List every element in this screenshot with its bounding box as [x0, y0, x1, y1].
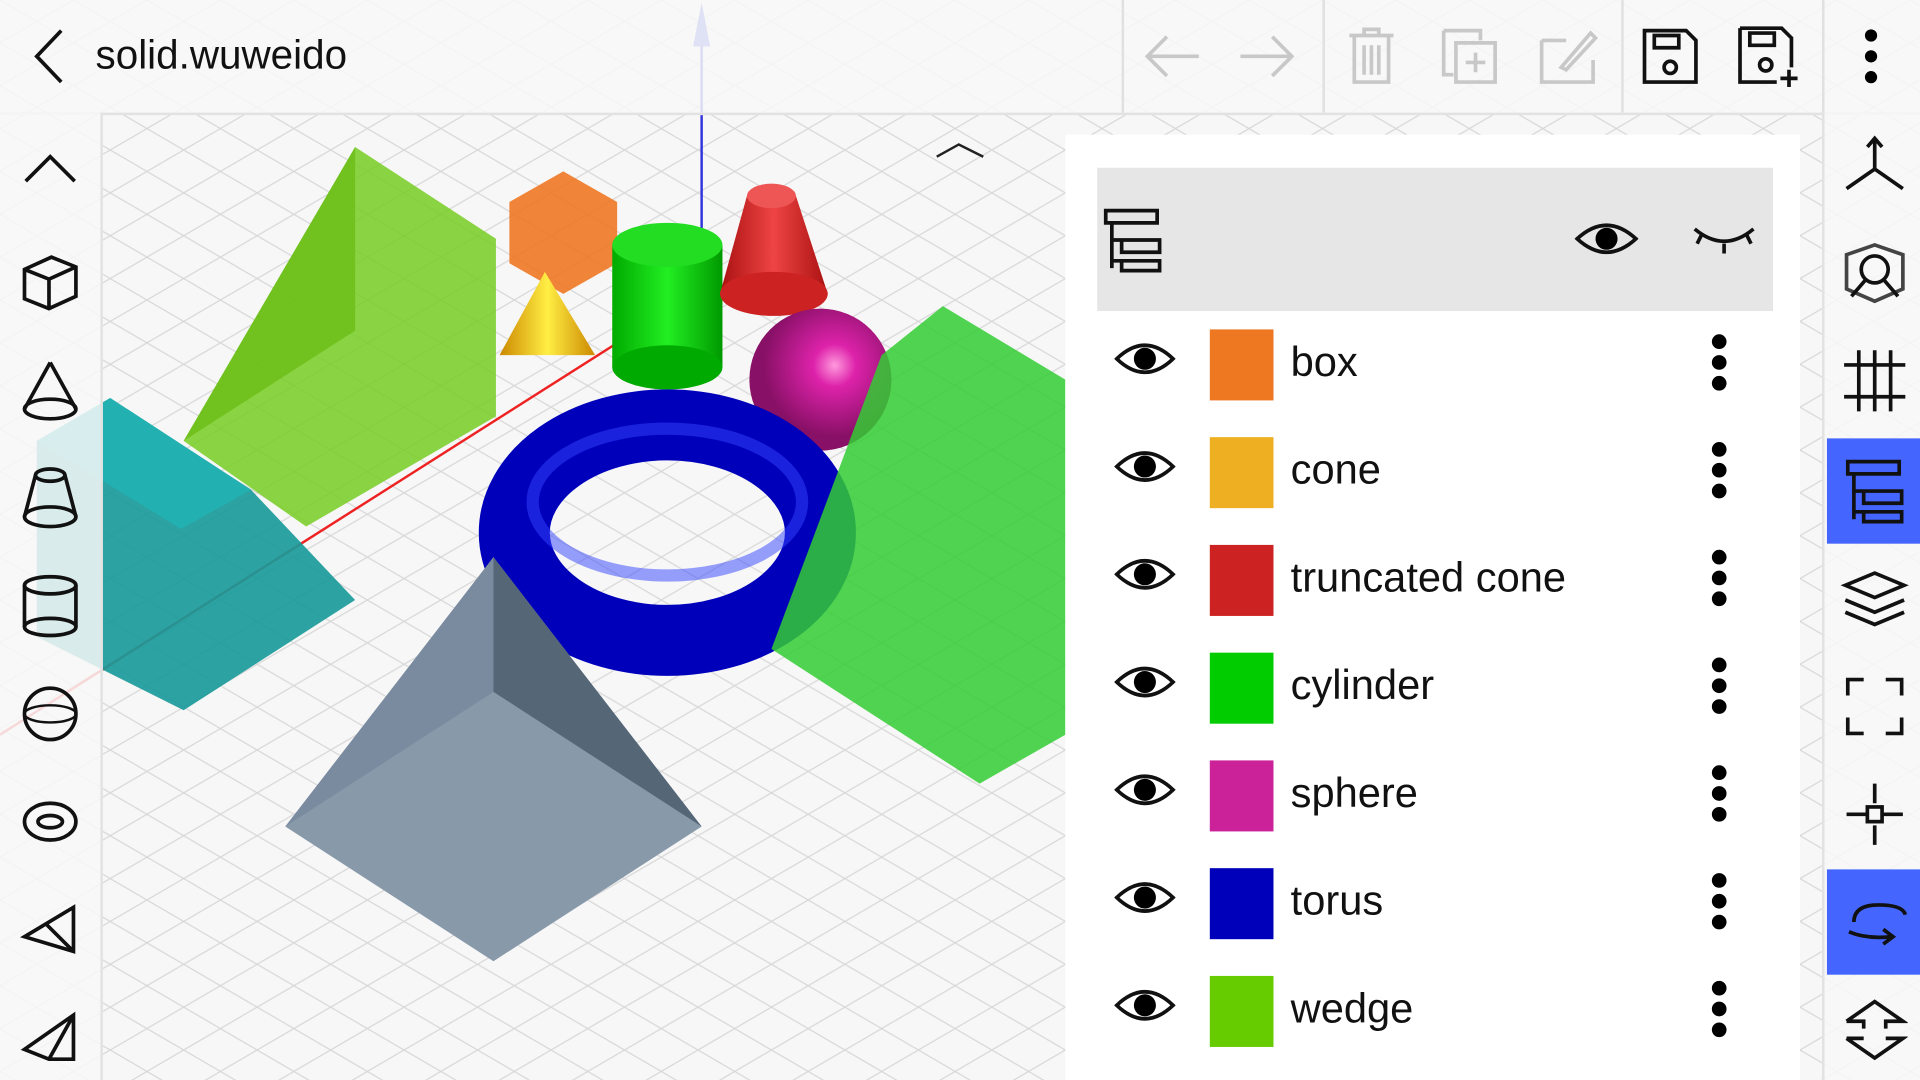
visibility-toggle-icon[interactable] — [1114, 878, 1176, 917]
undo-icon — [1144, 35, 1199, 78]
flip-icon — [1845, 999, 1908, 1061]
box-icon — [22, 255, 78, 311]
collapse-button[interactable] — [12, 130, 88, 206]
axes-button[interactable] — [1827, 113, 1920, 218]
move-button[interactable] — [1827, 762, 1920, 867]
visibility-toggle-icon[interactable] — [1114, 770, 1176, 809]
flip-button[interactable] — [1827, 977, 1920, 1080]
more-options-icon[interactable] — [1709, 763, 1729, 829]
panel-header — [1097, 167, 1774, 312]
axes-icon — [1845, 135, 1904, 191]
torus-icon — [22, 801, 78, 842]
visibility-toggle-icon[interactable] — [1114, 662, 1176, 701]
object-row[interactable]: truncated cone — [1097, 528, 1773, 636]
object-name: torus — [1290, 877, 1384, 925]
visibility-toggle-icon[interactable] — [1114, 447, 1176, 486]
visibility-toggle-icon[interactable] — [1114, 339, 1176, 378]
object-row[interactable]: sphere — [1097, 743, 1773, 851]
more-options-icon[interactable] — [1709, 655, 1729, 721]
truncated-cone-icon — [22, 467, 78, 529]
hide-all-button[interactable] — [1692, 217, 1756, 256]
visibility-toggle-icon[interactable] — [1114, 555, 1176, 594]
delete-button[interactable] — [1327, 12, 1415, 100]
app-title: solid.wuweido — [95, 31, 348, 78]
back-icon — [34, 29, 63, 84]
undo-button[interactable] — [1127, 12, 1215, 100]
view-cube-icon — [1844, 242, 1905, 304]
color-swatch[interactable] — [1209, 437, 1274, 509]
save-button[interactable] — [1626, 12, 1714, 100]
add-torus-button[interactable] — [12, 784, 88, 860]
add-box-button[interactable] — [12, 245, 88, 321]
object-name: cone — [1290, 446, 1381, 494]
duplicate-button[interactable] — [1425, 12, 1513, 100]
object-name: sphere — [1290, 770, 1418, 817]
move-icon — [1846, 783, 1903, 845]
color-swatch[interactable] — [1209, 975, 1274, 1047]
view-cube-button[interactable] — [1827, 220, 1920, 325]
add-truncated-cone-button[interactable] — [12, 460, 88, 536]
more-options-icon[interactable] — [1709, 440, 1729, 506]
add-pyramid-button[interactable] — [12, 999, 88, 1075]
layers-button[interactable] — [1827, 546, 1920, 651]
collapse-up-icon — [24, 154, 76, 183]
save-as-icon — [1738, 26, 1798, 87]
more-icon — [1864, 29, 1878, 84]
object-name: wedge — [1290, 985, 1414, 1033]
object-row[interactable]: torus — [1097, 851, 1773, 959]
sphere-icon — [22, 686, 78, 742]
more-options-icon[interactable] — [1709, 332, 1729, 398]
add-sphere-button[interactable] — [12, 676, 88, 752]
top-toolbar: solid.wuweido — [0, 0, 1920, 116]
object-tree-icon — [1845, 459, 1904, 524]
view-toolbar — [1822, 112, 1920, 1080]
rotate-icon — [1848, 903, 1908, 946]
more-button[interactable] — [1827, 12, 1915, 100]
object-tree-icon — [1103, 208, 1162, 273]
pyramid-icon — [20, 1011, 76, 1062]
edit-icon — [1539, 30, 1598, 84]
save-as-button[interactable] — [1724, 12, 1812, 100]
add-cone-button[interactable] — [12, 353, 88, 429]
object-row[interactable]: box — [1097, 312, 1773, 420]
object-row[interactable]: cylinder — [1097, 636, 1773, 744]
save-icon — [1642, 28, 1698, 84]
redo-icon — [1240, 35, 1295, 78]
object-name: truncated cone — [1290, 554, 1567, 602]
redo-button[interactable] — [1225, 12, 1313, 100]
show-all-button[interactable] — [1574, 219, 1639, 258]
layers-icon — [1840, 571, 1909, 627]
back-button[interactable] — [5, 12, 93, 100]
more-options-icon[interactable] — [1709, 978, 1729, 1044]
color-swatch[interactable] — [1209, 760, 1274, 832]
rotate-button[interactable] — [1826, 869, 1920, 975]
color-swatch[interactable] — [1209, 329, 1274, 401]
fit-view-button[interactable] — [1827, 654, 1920, 759]
cylinder-icon — [22, 574, 78, 638]
visibility-toggle-icon[interactable] — [1114, 986, 1176, 1025]
more-options-icon[interactable] — [1709, 547, 1729, 613]
object-name: box — [1290, 339, 1358, 386]
object-row[interactable]: wedge — [1097, 959, 1773, 1067]
add-wedge-button[interactable] — [12, 891, 88, 967]
wedge-icon — [19, 904, 76, 954]
add-cylinder-button[interactable] — [12, 568, 88, 644]
shape-toolbar — [0, 112, 103, 1080]
object-panel: box cone truncated cone cylinder sphere … — [1065, 134, 1801, 1080]
grid-icon — [1844, 350, 1906, 412]
grid-button[interactable] — [1827, 328, 1920, 433]
object-row[interactable]: cone — [1097, 420, 1773, 528]
more-options-icon[interactable] — [1709, 871, 1729, 937]
color-swatch[interactable] — [1209, 652, 1274, 724]
color-swatch[interactable] — [1209, 868, 1274, 940]
object-name: cylinder — [1290, 662, 1435, 709]
cone-icon — [22, 361, 78, 421]
color-swatch[interactable] — [1209, 544, 1274, 616]
edit-button[interactable] — [1523, 12, 1611, 100]
duplicate-icon — [1441, 28, 1497, 84]
delete-icon — [1349, 27, 1394, 84]
object-tree-button[interactable] — [1826, 438, 1920, 544]
fit-view-icon — [1845, 677, 1904, 736]
